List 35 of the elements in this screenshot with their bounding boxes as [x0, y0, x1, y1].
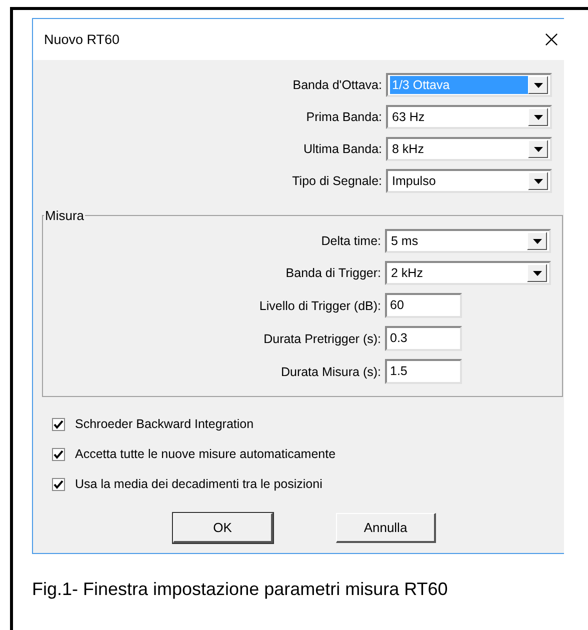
- caret-icon: [534, 82, 542, 88]
- caret-icon: [532, 270, 542, 276]
- dropdown[interactable]: Impulso: [386, 169, 552, 193]
- checkbox[interactable]: [52, 448, 65, 460]
- field-label: Banda di Trigger:: [284, 266, 381, 280]
- field-label: Ultima Banda:: [302, 142, 382, 156]
- window-title: Nuovo RT60: [44, 32, 120, 47]
- checkbox[interactable]: [52, 478, 65, 490]
- field-label: Delta time:: [320, 234, 381, 248]
- input-field[interactable]: 0.3: [385, 326, 462, 351]
- figure-caption: Fig.1- Finestra impostazione parametri misura RT60: [32, 579, 449, 600]
- field-label: Durata Misura (s):: [280, 364, 381, 378]
- caret-icon: [534, 114, 542, 120]
- group-title: Misura: [44, 208, 86, 223]
- cancel-button[interactable]: Annulla: [336, 513, 436, 543]
- caret-icon: [534, 178, 542, 184]
- field-label: Tipo di Segnale:: [291, 174, 382, 188]
- ok-button[interactable]: OK: [173, 513, 273, 543]
- close-icon[interactable]: [545, 33, 558, 46]
- field-label: Durata Pretrigger (s):: [262, 332, 381, 346]
- caret-icon: [532, 238, 542, 244]
- checkbox[interactable]: [52, 418, 65, 430]
- dropdown[interactable]: 63 Hz: [386, 105, 552, 129]
- checkbox-label[interactable]: Schroeder Backward Integration: [75, 417, 254, 431]
- dropdown[interactable]: 5 ms: [385, 229, 551, 253]
- dropdown[interactable]: 8 kHz: [386, 137, 552, 161]
- input-field[interactable]: 1.5: [385, 359, 462, 384]
- caret-icon: [534, 146, 542, 152]
- field-label: Prima Banda:: [305, 110, 382, 124]
- checkbox-label[interactable]: Accetta tutte le nuove misure automaticamente: [75, 447, 336, 461]
- field-label: Banda d'Ottava:: [292, 78, 382, 92]
- input-field[interactable]: 60: [385, 293, 462, 318]
- dropdown[interactable]: 2 kHz: [385, 261, 551, 285]
- checkbox-label[interactable]: Usa la media dei decadimenti tra le posizioni: [75, 477, 322, 491]
- field-label: Livello di Trigger (dB):: [258, 298, 381, 312]
